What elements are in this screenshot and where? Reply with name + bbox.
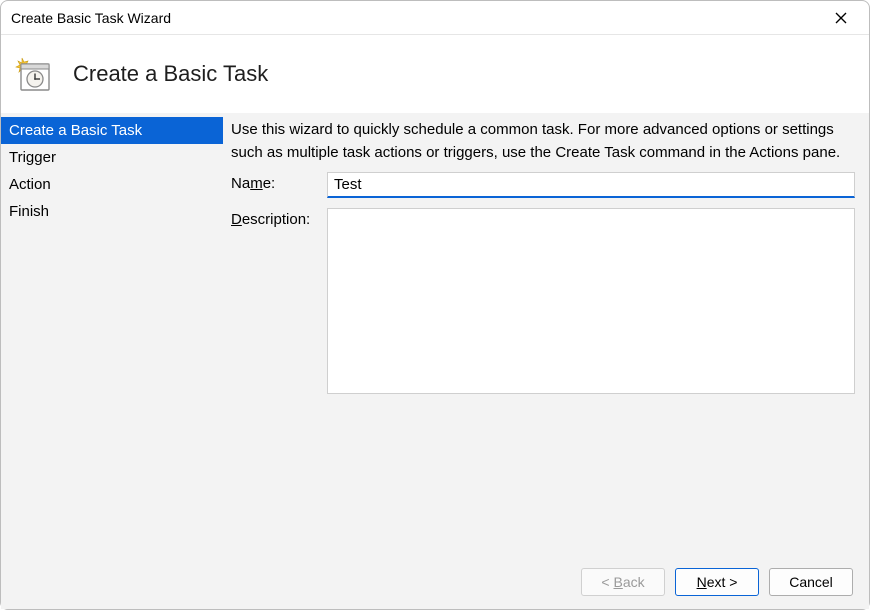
description-input[interactable] — [327, 208, 855, 394]
step-finish[interactable]: Finish — [1, 198, 223, 225]
wizard-header: Create a Basic Task — [1, 35, 869, 113]
titlebar: Create Basic Task Wizard — [1, 1, 869, 35]
description-row: Description: — [231, 208, 855, 394]
description-label: Description: — [231, 208, 327, 228]
wizard-body: Create a Basic Task Trigger Action Finis… — [1, 113, 869, 555]
name-input[interactable] — [327, 172, 855, 198]
intro-text: Use this wizard to quickly schedule a co… — [231, 119, 855, 164]
name-label: Name: — [231, 172, 327, 192]
wizard-window: Create Basic Task Wizard Creat — [0, 0, 870, 610]
wizard-main-panel: Use this wizard to quickly schedule a co… — [223, 113, 869, 555]
close-icon — [835, 12, 847, 24]
step-action[interactable]: Action — [1, 171, 223, 198]
step-create-basic-task[interactable]: Create a Basic Task — [1, 117, 223, 144]
window-title: Create Basic Task Wizard — [11, 10, 819, 26]
wizard-footer: < Back Next > Cancel — [1, 555, 869, 609]
next-button[interactable]: Next > — [675, 568, 759, 596]
step-trigger[interactable]: Trigger — [1, 144, 223, 171]
cancel-button[interactable]: Cancel — [769, 568, 853, 596]
close-button[interactable] — [819, 3, 863, 33]
wizard-steps-sidebar: Create a Basic Task Trigger Action Finis… — [1, 113, 223, 555]
back-button: < Back — [581, 568, 665, 596]
name-row: Name: — [231, 172, 855, 198]
page-heading: Create a Basic Task — [73, 61, 268, 87]
wizard-icon — [15, 56, 51, 92]
scheduled-task-wizard-icon — [15, 56, 51, 92]
